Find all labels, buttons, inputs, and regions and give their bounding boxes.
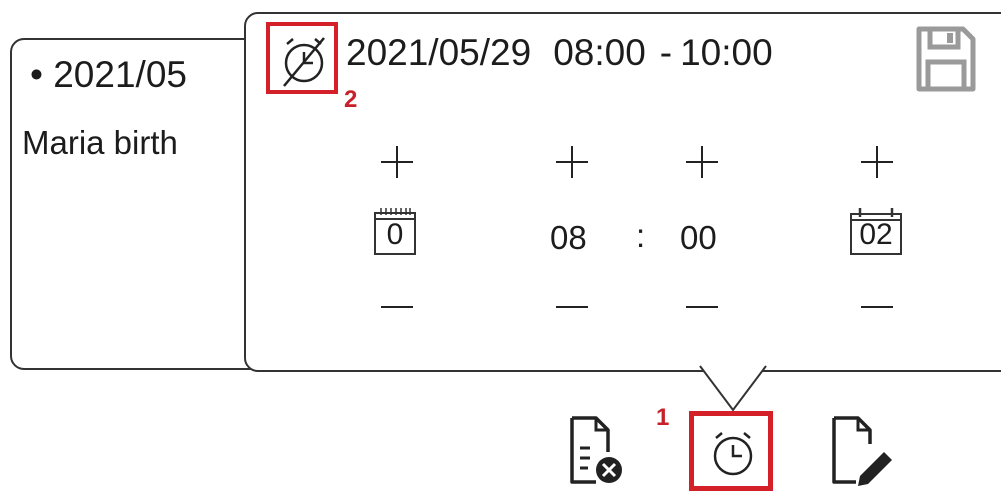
hour-value[interactable]: 08	[550, 219, 587, 257]
days-decrement-button[interactable]	[377, 287, 417, 327]
background-event-date: • 2021/05	[30, 54, 187, 95]
time-range-separator: -	[659, 32, 673, 73]
reminder-start-time: 08:00	[553, 32, 646, 73]
step-badge-2: 2	[344, 86, 358, 113]
reminder-date: 2021/05/29	[346, 32, 532, 73]
duration-value: 02	[859, 218, 893, 251]
duration-increment-button[interactable]	[857, 142, 897, 182]
background-event-title: Maria birth	[22, 124, 178, 161]
step-badge-1: 1	[656, 404, 670, 431]
minute-increment-button[interactable]	[682, 142, 722, 182]
delete-document-icon[interactable]	[566, 414, 628, 488]
days-value: 0	[386, 218, 404, 251]
reminder-header: 2021/05/29 08:00-10:00	[346, 32, 773, 74]
alarm-off-icon	[283, 37, 325, 87]
time-colon: :	[636, 217, 646, 254]
minute-decrement-button[interactable]	[682, 287, 722, 327]
hour-increment-button[interactable]	[552, 142, 592, 182]
alarm-toggle-button[interactable]	[266, 22, 338, 94]
days-increment-button[interactable]	[377, 142, 417, 182]
alarm-button[interactable]	[689, 411, 773, 491]
background-event-card[interactable]: • 2021/05 Maria birth	[10, 38, 264, 370]
popover-arrow	[699, 365, 767, 412]
hour-decrement-button[interactable]	[552, 287, 592, 327]
edit-document-icon[interactable]	[826, 414, 898, 488]
duration-decrement-button[interactable]	[857, 287, 897, 327]
reminder-end-time: 10:00	[680, 32, 773, 73]
save-icon[interactable]	[914, 24, 978, 94]
minute-value[interactable]: 00	[680, 219, 717, 257]
alarm-clock-icon	[713, 432, 753, 476]
